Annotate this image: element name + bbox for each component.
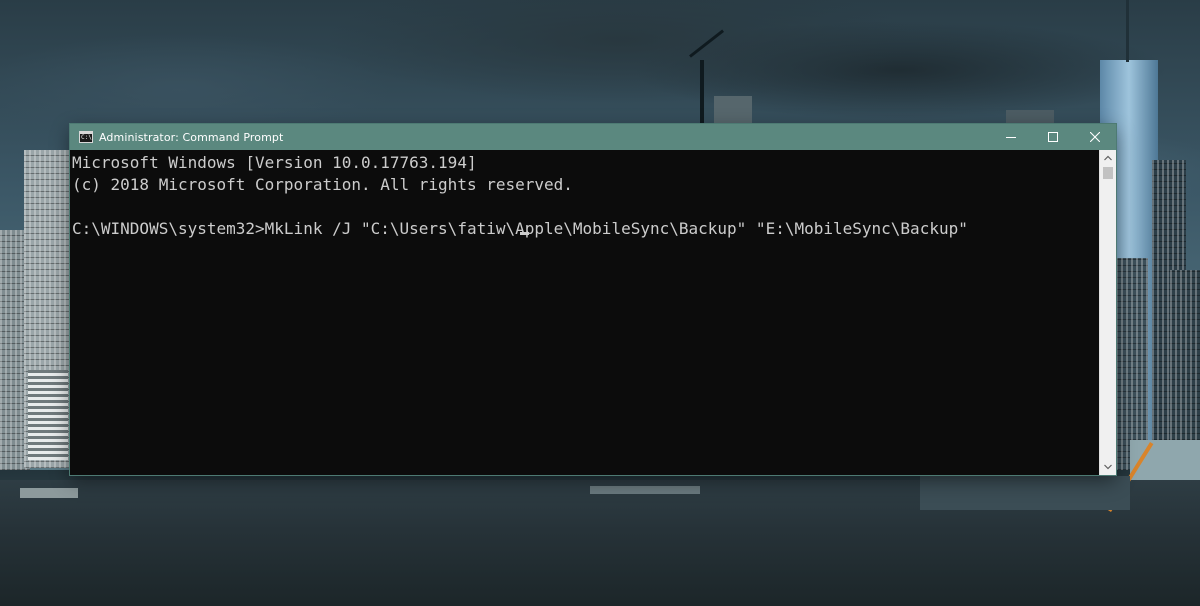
wallpaper-pier xyxy=(920,476,1130,510)
window-title: Administrator: Command Prompt xyxy=(99,130,284,144)
wallpaper-spire xyxy=(1126,0,1129,62)
wallpaper-boat xyxy=(590,486,700,494)
wallpaper-boat xyxy=(20,488,78,498)
close-icon xyxy=(1090,132,1100,142)
console-output[interactable]: Microsoft Windows [Version 10.0.17763.19… xyxy=(70,150,1099,475)
console-command-line[interactable]: C:\WINDOWS\system32>MkLink /J "C:\Users\… xyxy=(72,218,968,240)
minimize-icon xyxy=(1006,137,1016,138)
wallpaper-building xyxy=(1006,110,1054,124)
console-line: (c) 2018 Microsoft Corporation. All righ… xyxy=(72,175,573,194)
scroll-up-arrow-icon xyxy=(1104,155,1112,161)
close-button[interactable] xyxy=(1074,124,1116,150)
command-prompt-window[interactable]: C:\ Administrator: Command Prompt Micros… xyxy=(70,124,1116,475)
maximize-icon xyxy=(1048,132,1058,142)
console-line: Microsoft Windows [Version 10.0.17763.19… xyxy=(72,153,477,172)
wallpaper-building xyxy=(28,370,68,460)
cmd-icon-text: C:\ xyxy=(81,134,92,141)
scroll-up-button[interactable] xyxy=(1100,150,1116,166)
caption-buttons xyxy=(990,124,1116,150)
scroll-thumb[interactable] xyxy=(1103,167,1113,179)
wallpaper-building xyxy=(1116,258,1148,470)
cmd-icon[interactable]: C:\ xyxy=(79,131,93,143)
scroll-down-button[interactable] xyxy=(1100,459,1116,475)
vertical-scrollbar[interactable] xyxy=(1099,150,1116,475)
wallpaper-building xyxy=(714,96,752,124)
maximize-button[interactable] xyxy=(1032,124,1074,150)
wallpaper-crane xyxy=(700,60,704,124)
minimize-button[interactable] xyxy=(990,124,1032,150)
text-cursor xyxy=(520,232,529,235)
scroll-down-arrow-icon xyxy=(1104,464,1112,470)
title-bar[interactable]: C:\ Administrator: Command Prompt xyxy=(70,124,1116,150)
